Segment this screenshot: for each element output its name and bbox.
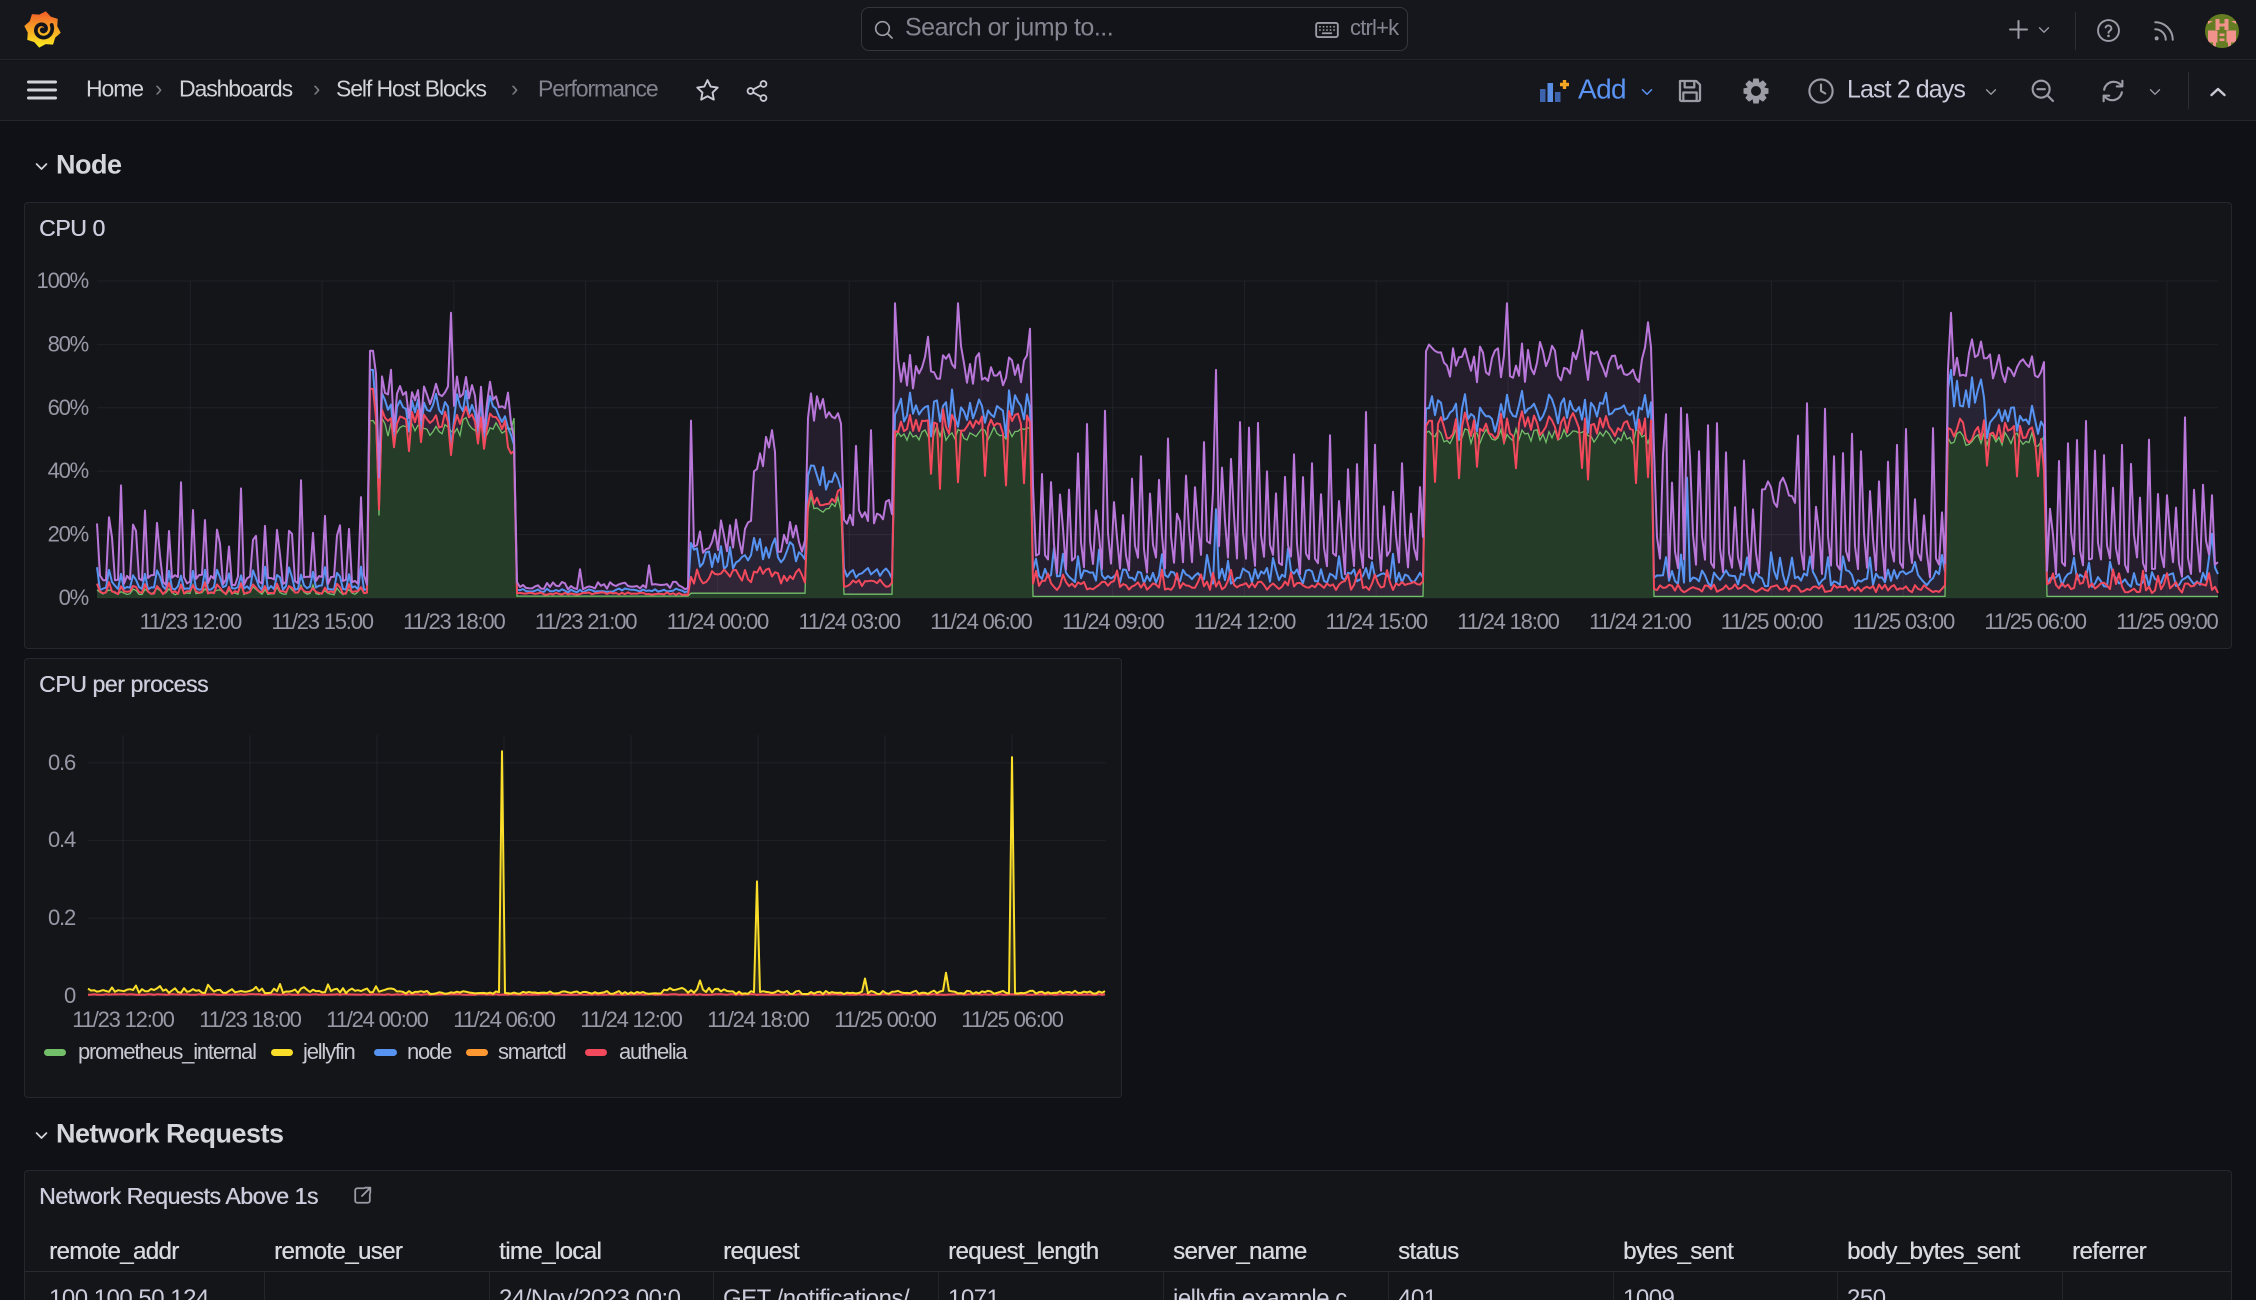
svg-text:40%: 40%	[48, 458, 89, 483]
svg-text:11/23 12:00: 11/23 12:00	[72, 1007, 174, 1032]
svg-text:11/25 09:00: 11/25 09:00	[2116, 609, 2218, 634]
svg-text:80%: 80%	[48, 331, 89, 356]
svg-text:0.6: 0.6	[48, 750, 76, 775]
svg-text:0%: 0%	[59, 585, 89, 610]
svg-text:0.4: 0.4	[48, 827, 76, 852]
svg-text:11/25 00:00: 11/25 00:00	[834, 1007, 936, 1032]
svg-text:11/23 15:00: 11/23 15:00	[271, 609, 373, 634]
svg-text:0: 0	[64, 983, 76, 1008]
svg-text:11/24 00:00: 11/24 00:00	[326, 1007, 428, 1032]
svg-text:11/24 06:00: 11/24 06:00	[930, 609, 1032, 634]
svg-text:60%: 60%	[48, 395, 89, 420]
svg-text:11/24 00:00: 11/24 00:00	[667, 609, 769, 634]
svg-text:11/24 06:00: 11/24 06:00	[453, 1007, 555, 1032]
svg-text:11/24 03:00: 11/24 03:00	[799, 609, 901, 634]
svg-text:11/25 03:00: 11/25 03:00	[1853, 609, 1955, 634]
svg-text:11/24 12:00: 11/24 12:00	[1194, 609, 1296, 634]
svg-text:11/24 21:00: 11/24 21:00	[1589, 609, 1691, 634]
svg-text:11/23 18:00: 11/23 18:00	[199, 1007, 301, 1032]
svg-text:11/23 12:00: 11/23 12:00	[140, 609, 242, 634]
svg-text:11/24 12:00: 11/24 12:00	[580, 1007, 682, 1032]
svg-text:11/23 18:00: 11/23 18:00	[403, 609, 505, 634]
svg-text:11/24 09:00: 11/24 09:00	[1062, 609, 1164, 634]
svg-text:11/24 18:00: 11/24 18:00	[1457, 609, 1559, 634]
svg-text:100%: 100%	[37, 268, 89, 293]
svg-text:11/24 18:00: 11/24 18:00	[707, 1007, 809, 1032]
svg-text:11/25 06:00: 11/25 06:00	[961, 1007, 1063, 1032]
svg-text:11/24 15:00: 11/24 15:00	[1326, 609, 1428, 634]
svg-text:11/25 06:00: 11/25 06:00	[1984, 609, 2086, 634]
svg-text:0.2: 0.2	[48, 905, 76, 930]
svg-text:11/23 21:00: 11/23 21:00	[535, 609, 637, 634]
svg-text:11/25 00:00: 11/25 00:00	[1721, 609, 1823, 634]
svg-text:20%: 20%	[48, 522, 89, 547]
